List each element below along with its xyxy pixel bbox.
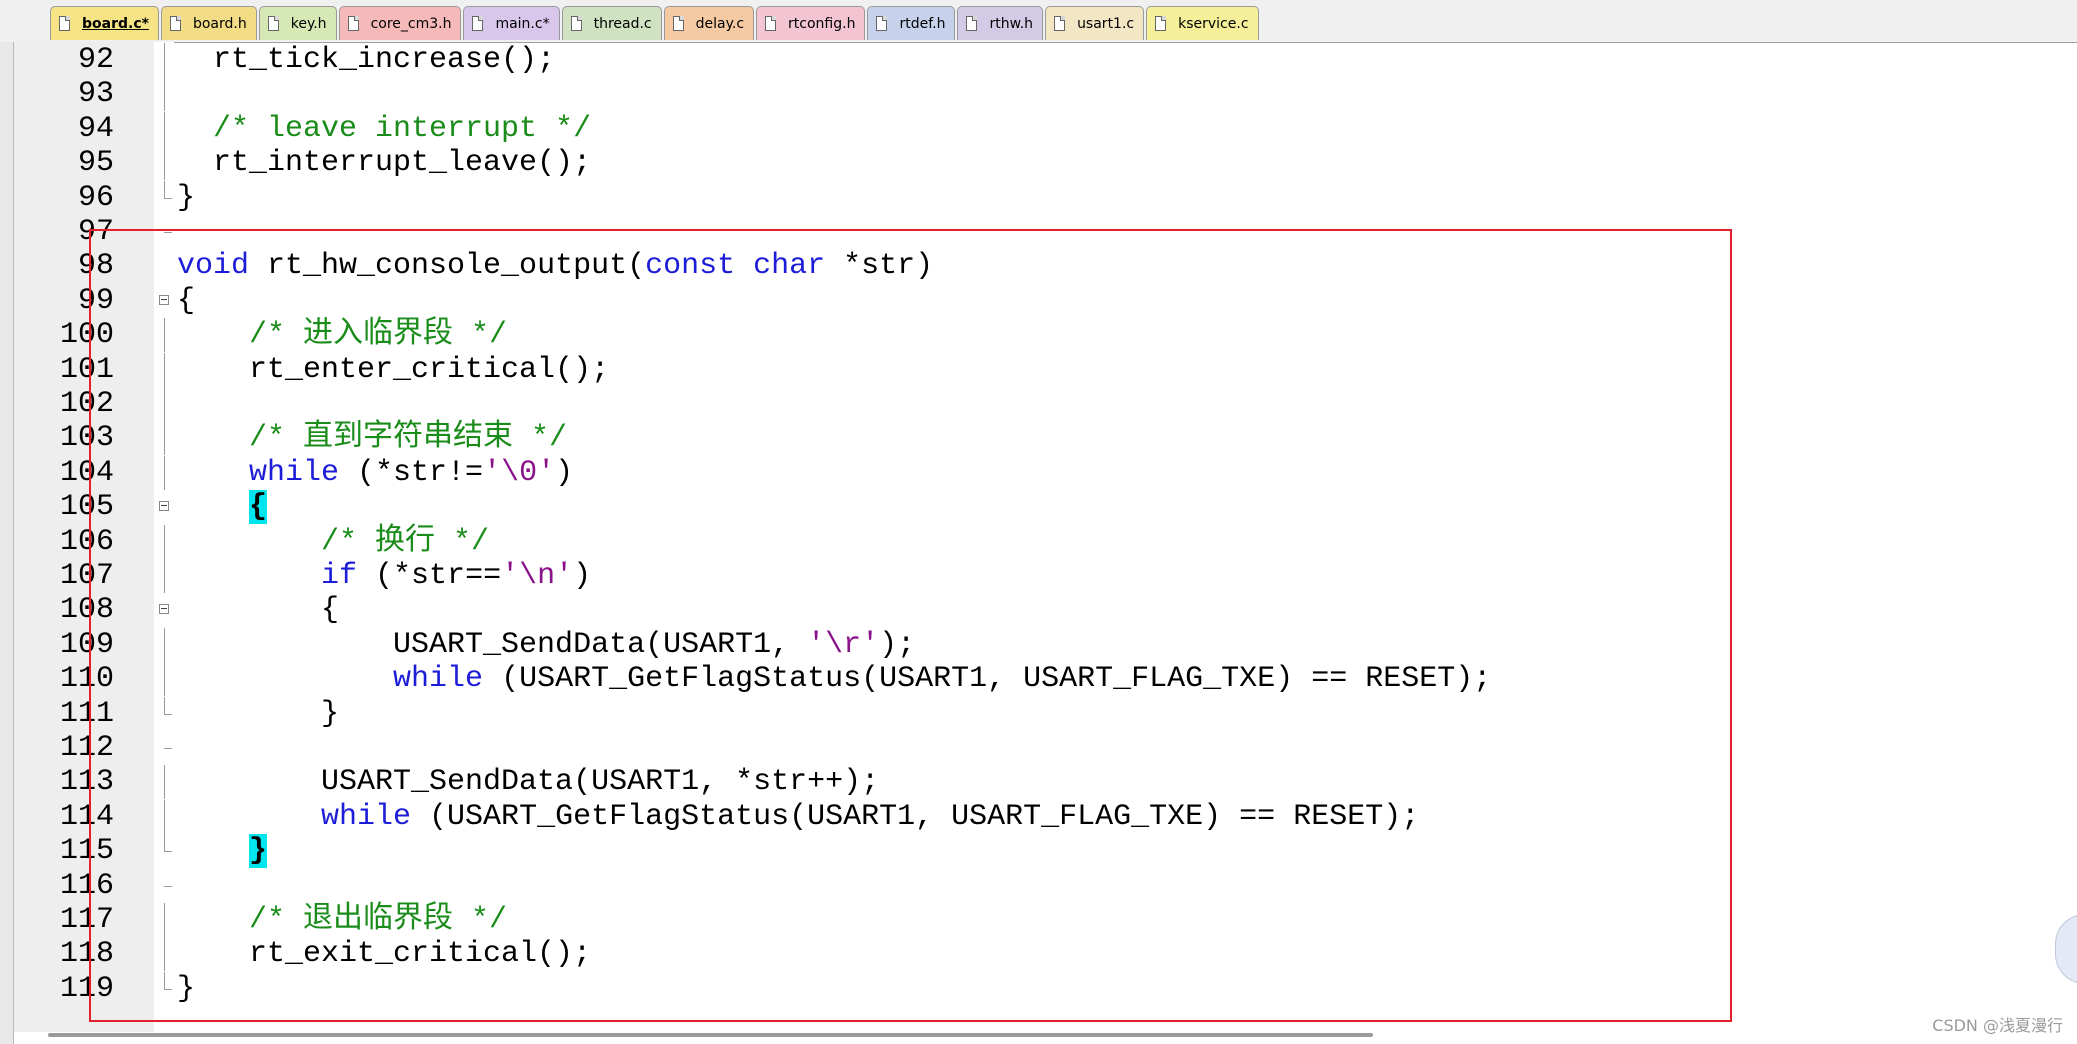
tab-board-h[interactable]: board.h [160, 6, 257, 40]
tab-kservice-c[interactable]: kservice.c [1146, 6, 1259, 40]
file-icon [267, 16, 279, 31]
code-text: rt_interrupt_leave(); [177, 146, 591, 180]
file-icon [765, 16, 777, 31]
fold-guide [164, 77, 165, 112]
editor-tab-bar: board.c* board.h key.h core_cm3.h main.c* thr… [0, 0, 2077, 43]
tab-label: rthw.h [989, 15, 1034, 32]
tab-label: board.h [192, 15, 247, 32]
tab-rtdef-h[interactable]: rtdef.h [867, 6, 956, 40]
tab-rtconfig-h[interactable]: rtconfig.h [756, 6, 866, 40]
scrollbar-thumb[interactable] [48, 1033, 1373, 1037]
file-icon [570, 16, 582, 31]
tab-label: delay.c [695, 15, 745, 32]
code-token: } [177, 180, 196, 215]
tab-board-c[interactable]: board.c* [50, 6, 159, 40]
fold-guide [164, 146, 165, 181]
line-number: 93 [77, 77, 114, 112]
tab-core-cm3-h[interactable]: core_cm3.h [338, 6, 462, 40]
tab-label: main.c* [495, 15, 550, 32]
line-number: 92 [77, 43, 114, 77]
fold-guide [164, 180, 172, 199]
tab-label: board.c* [82, 15, 149, 32]
tab-thread-c[interactable]: thread.c [561, 6, 662, 40]
file-icon [1155, 16, 1167, 31]
code-token: rt_tick_increase(); [177, 43, 556, 77]
tab-label: key.h [290, 15, 327, 32]
file-icon [472, 16, 484, 31]
tab-label: core_cm3.h [370, 15, 452, 32]
horizontal-scrollbar[interactable] [14, 1032, 2077, 1044]
tab-main-c[interactable]: main.c* [463, 6, 560, 40]
line-number: 94 [77, 111, 114, 146]
file-icon [672, 16, 684, 31]
tab-usart1-c[interactable]: usart1.c [1045, 6, 1145, 40]
code-token: rt_interrupt_leave(); [177, 146, 592, 181]
tab-label: kservice.c [1178, 15, 1249, 32]
code-text: /* leave interrupt */ [177, 112, 591, 146]
file-icon [876, 16, 888, 31]
tab-label: thread.c [593, 15, 652, 32]
code-line[interactable]: 94 /* leave interrupt */ [14, 111, 2077, 146]
left-panel-edge [0, 42, 14, 1044]
file-icon [1054, 16, 1066, 31]
tab-key-h[interactable]: key.h [258, 6, 337, 40]
line-number: 96 [77, 180, 114, 215]
tab-label: rtconfig.h [788, 15, 856, 32]
tab-rthw-h[interactable]: rthw.h [957, 6, 1044, 40]
tab-label: usart1.c [1077, 15, 1135, 32]
code-text: rt_tick_increase(); [177, 43, 555, 77]
comment-token: /* leave interrupt */ [177, 111, 592, 146]
code-line[interactable]: 93 [14, 77, 2077, 112]
watermark-text: CSDN @浅夏漫行 [1932, 1016, 2063, 1035]
code-line[interactable]: 95 rt_interrupt_leave(); [14, 146, 2077, 181]
code-text: } [177, 181, 195, 215]
tab-delay-c[interactable]: delay.c [663, 6, 755, 40]
highlight-annotation-box [89, 229, 1732, 1022]
file-icon [59, 16, 70, 31]
fold-guide [164, 43, 165, 77]
file-icon [169, 16, 181, 31]
fold-guide [164, 111, 165, 146]
code-line[interactable]: 96} [14, 180, 2077, 215]
file-icon [347, 16, 359, 31]
file-icon [966, 16, 978, 31]
file-tabs: board.c* board.h key.h core_cm3.h main.c* thr… [50, 6, 1261, 42]
line-number: 95 [77, 146, 114, 181]
code-line[interactable]: 92 rt_tick_increase(); [14, 43, 2077, 77]
tab-label: rtdef.h [899, 15, 946, 32]
